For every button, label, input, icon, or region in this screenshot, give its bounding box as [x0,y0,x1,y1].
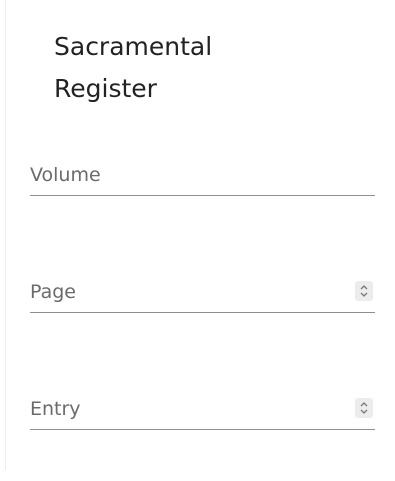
volume-input[interactable] [30,160,330,190]
page-field [30,277,375,313]
title-line-2: Register [54,74,157,103]
entry-field [30,394,375,430]
volume-field [30,160,375,196]
title-line-1: Sacramental [54,32,213,61]
page-input[interactable] [30,277,330,307]
page-stepper-icon[interactable] [355,281,373,301]
entry-input[interactable] [30,394,330,424]
panel-title: Sacramental Register [54,26,314,110]
panel-divider [5,0,6,470]
sacramental-register-panel: Sacramental Register [0,0,395,481]
entry-stepper-icon[interactable] [355,398,373,418]
